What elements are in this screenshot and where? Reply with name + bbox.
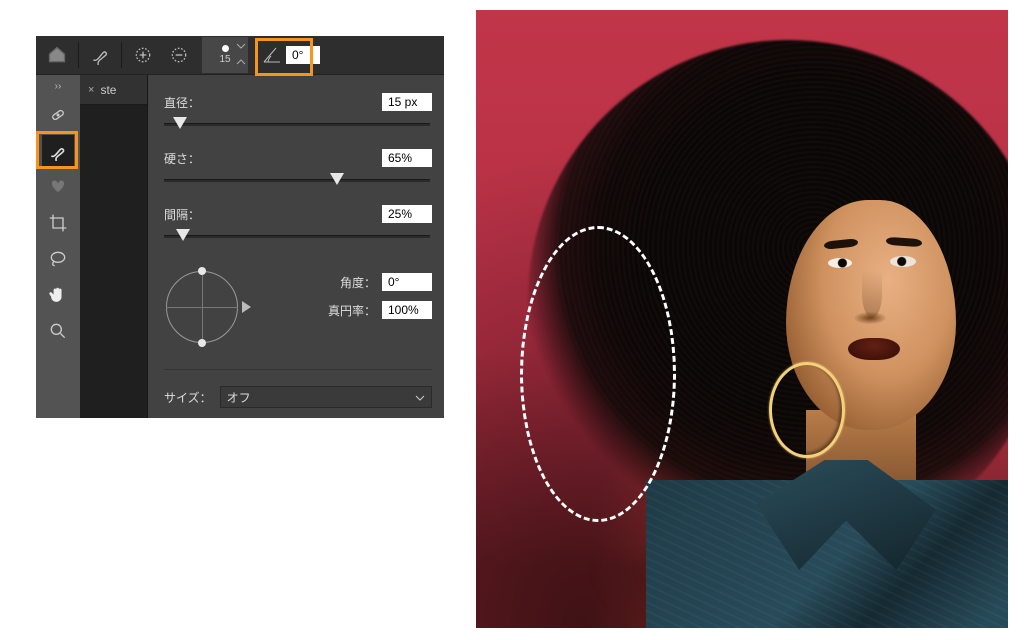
- wheel-arrow-icon: [242, 301, 251, 313]
- minus-circle-icon: [169, 45, 189, 65]
- hand-icon: [48, 285, 68, 305]
- brush-settings-panel: 直径： 15 px 硬さ： 65% 間隔： 25%: [148, 75, 444, 418]
- diameter-label: 直径：: [164, 94, 216, 111]
- bandage-icon: [48, 105, 68, 125]
- angle-label: 角度：: [340, 274, 376, 291]
- separator: [78, 42, 79, 68]
- zoom-tool[interactable]: [42, 315, 74, 347]
- size-jitter-label: サイズ：: [164, 389, 212, 406]
- angle-icon: [262, 46, 282, 64]
- canvas-background: [80, 105, 147, 418]
- hardness-row: 硬さ： 65%: [164, 149, 432, 167]
- plus-circle-icon: [133, 45, 153, 65]
- hardness-slider[interactable]: [164, 171, 430, 189]
- brush-angle-control[interactable]: 0°: [262, 46, 320, 64]
- angle-input[interactable]: 0°: [382, 273, 432, 291]
- heart-brush-icon: [48, 177, 68, 197]
- expand-panel-button[interactable]: ››: [55, 81, 62, 99]
- separator: [121, 42, 122, 68]
- spot-heal-tool[interactable]: [42, 99, 74, 131]
- brush-icon: [48, 141, 68, 161]
- chevron-down-icon: [236, 43, 246, 68]
- brush-size-value: 15: [219, 54, 230, 65]
- zoom-out-button[interactable]: [164, 40, 194, 70]
- zoom-in-button[interactable]: [128, 40, 158, 70]
- diameter-row: 直径： 15 px: [164, 93, 432, 111]
- spacing-input[interactable]: 25%: [382, 205, 432, 223]
- roundness-input[interactable]: 100%: [382, 301, 432, 319]
- document-tab-label: ste: [100, 83, 116, 97]
- brush-preview-dot: [222, 45, 229, 52]
- photo-earring: [769, 362, 845, 458]
- size-jitter-row: サイズ： オフ: [164, 386, 432, 408]
- tool-preset-button[interactable]: [85, 40, 115, 70]
- spacing-slider[interactable]: [164, 227, 430, 245]
- roundness-row: 真円率： 100%: [268, 301, 432, 319]
- spacing-label: 間隔：: [164, 206, 216, 223]
- brush-angle-value[interactable]: 0°: [286, 46, 320, 64]
- brush-shape-wheel[interactable]: [164, 263, 254, 353]
- app-panel: 15 0° ››: [36, 36, 444, 418]
- lasso-icon: [48, 249, 68, 269]
- roundness-label: 真円率：: [328, 302, 376, 319]
- crop-icon: [48, 213, 68, 233]
- home-button[interactable]: [42, 40, 72, 70]
- home-icon: [47, 45, 67, 65]
- tools-panel: ››: [36, 75, 80, 418]
- crop-tool[interactable]: [42, 207, 74, 239]
- spacing-row: 間隔： 25%: [164, 205, 432, 223]
- clone-stamp-tool[interactable]: [42, 171, 74, 203]
- brush-tool[interactable]: [42, 135, 74, 167]
- brush-icon: [90, 45, 110, 65]
- selection-marquee[interactable]: [520, 226, 676, 522]
- diameter-input[interactable]: 15 px: [382, 93, 432, 111]
- angle-roundness-group: 角度： 0° 真円率： 100%: [164, 263, 432, 353]
- hardness-input[interactable]: 65%: [382, 149, 432, 167]
- chevron-down-icon: [415, 390, 425, 404]
- lower-row: ››: [36, 75, 444, 418]
- magnifier-icon: [48, 321, 68, 341]
- document-tab[interactable]: × ste: [80, 75, 147, 105]
- size-jitter-dropdown[interactable]: オフ: [220, 386, 432, 408]
- lasso-tool[interactable]: [42, 243, 74, 275]
- size-jitter-value: オフ: [227, 389, 251, 406]
- angle-row: 角度： 0°: [268, 273, 432, 291]
- options-bar: 15 0°: [36, 36, 444, 75]
- diameter-slider[interactable]: [164, 115, 430, 133]
- hand-tool[interactable]: [42, 279, 74, 311]
- canvas-preview: [476, 10, 1008, 628]
- hardness-label: 硬さ：: [164, 150, 216, 167]
- close-tab-button[interactable]: ×: [88, 84, 94, 96]
- document-tab-strip: × ste: [80, 75, 148, 418]
- separator: [164, 369, 432, 370]
- brush-size-dropdown[interactable]: 15: [202, 37, 248, 73]
